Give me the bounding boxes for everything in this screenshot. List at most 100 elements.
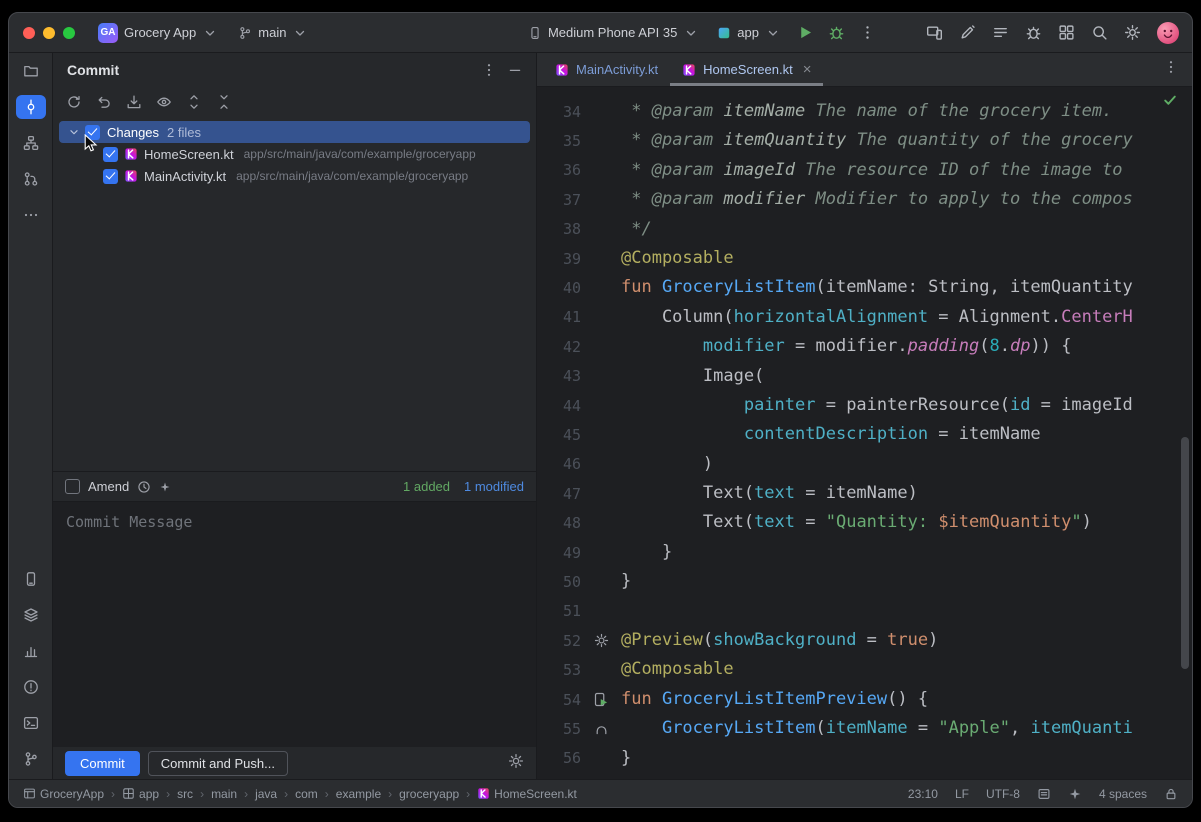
app-inspection-icon[interactable]: [1020, 19, 1047, 46]
breadcrumb: GroceryApp›app›src›main›java›com›example…: [23, 787, 888, 801]
inspections-ok-check-icon[interactable]: [1162, 92, 1178, 113]
device-selector[interactable]: Medium Phone API 35: [521, 21, 706, 45]
commit-options-gear-icon[interactable]: [508, 753, 524, 774]
kotlin-file-icon: [124, 147, 138, 161]
file-row[interactable]: MainActivity.kt app/src/main/java/com/exa…: [53, 165, 536, 187]
more-actions-kebab-icon[interactable]: [854, 19, 881, 46]
code-editor[interactable]: 34 * @param itemName The name of the gro…: [537, 87, 1192, 779]
commit-button[interactable]: Commit: [65, 751, 140, 776]
app-module-icon: [717, 26, 731, 40]
close-window-button[interactable]: [23, 27, 35, 39]
minimize-window-button[interactable]: [43, 27, 55, 39]
breadcrumb-item[interactable]: java: [255, 787, 277, 801]
reader-mode-icon[interactable]: [1037, 787, 1051, 801]
panel-options-kebab-icon[interactable]: [476, 58, 502, 82]
device-manager-icon[interactable]: [987, 19, 1014, 46]
line-number: 51: [537, 602, 581, 620]
encoding-widget[interactable]: UTF-8: [986, 787, 1020, 801]
code-line: 35 * @param itemQuantity The quantity of…: [537, 126, 1192, 155]
branch-selector[interactable]: main: [231, 21, 315, 45]
collapse-all-icon[interactable]: [212, 91, 235, 113]
run-preview-icon[interactable]: [594, 692, 609, 707]
file-row[interactable]: HomeScreen.ktapp/src/main/java/com/examp…: [53, 143, 536, 165]
breadcrumb-item[interactable]: GroceryApp: [23, 787, 104, 801]
file-checkbox[interactable]: [103, 169, 118, 184]
running-devices-tool-icon[interactable]: [16, 567, 46, 591]
device-name: Medium Phone API 35: [548, 25, 677, 40]
changes-row[interactable]: Changes 2 files: [59, 121, 530, 143]
zoom-window-button[interactable]: [63, 27, 75, 39]
commit-and-push-button[interactable]: Commit and Push...: [148, 751, 288, 776]
project-selector[interactable]: GA Grocery App: [91, 19, 225, 47]
line-number: 54: [537, 691, 581, 709]
running-devices-icon[interactable]: [921, 19, 948, 46]
amend-checkbox[interactable]: [65, 479, 80, 494]
shelve-icon[interactable]: [122, 91, 145, 113]
settings-gear-icon[interactable]: [1119, 19, 1146, 46]
search-icon[interactable]: [1086, 19, 1113, 46]
breadcrumb-item[interactable]: com: [295, 787, 318, 801]
user-avatar[interactable]: [1156, 21, 1180, 45]
tab-MainActivity.kt[interactable]: MainActivity.kt: [543, 53, 670, 86]
ai-assistant-spark-icon[interactable]: [1068, 787, 1082, 801]
commit-toolbar: [53, 87, 536, 117]
tab-list-kebab-icon[interactable]: [1150, 59, 1192, 80]
breadcrumb-item[interactable]: groceryapp: [399, 787, 459, 801]
version-control-tool-icon[interactable]: [16, 747, 46, 771]
refresh-icon[interactable]: [62, 91, 85, 113]
compose-preview-icon[interactable]: [594, 721, 609, 736]
kotlin-icon: [477, 787, 490, 800]
editor-area: MainActivity.ktHomeScreen.kt× 34 * @para…: [537, 53, 1192, 779]
breadcrumb-separator: ›: [200, 787, 204, 801]
preview-settings-icon[interactable]: [594, 633, 609, 648]
run-button[interactable]: [792, 19, 819, 46]
debug-button[interactable]: [823, 19, 850, 46]
problems-tool-icon[interactable]: [16, 675, 46, 699]
more-tool-windows-icon[interactable]: [16, 203, 46, 227]
code-line: 34 * @param itemName The name of the gro…: [537, 97, 1192, 126]
line-number: 40: [537, 279, 581, 297]
run-configuration-selector[interactable]: app: [710, 21, 788, 45]
file-path: app/src/main/java/com/example/groceryapp: [236, 169, 468, 183]
lock-icon[interactable]: [1164, 787, 1178, 801]
commit-history-clock-icon[interactable]: [137, 480, 151, 494]
editor-scrollbar[interactable]: [1181, 437, 1189, 669]
commit-message-input[interactable]: Commit Message: [53, 501, 536, 747]
line-separator-widget[interactable]: LF: [955, 787, 969, 801]
logcat-tool-icon[interactable]: [16, 603, 46, 627]
expand-all-icon[interactable]: [182, 91, 205, 113]
terminal-tool-icon[interactable]: [16, 711, 46, 735]
breadcrumb-item[interactable]: example: [336, 787, 381, 801]
breadcrumb-item[interactable]: main: [211, 787, 237, 801]
hide-panel-icon[interactable]: [502, 58, 528, 82]
gemini-icon[interactable]: [954, 19, 981, 46]
profiler-icon[interactable]: [1053, 19, 1080, 46]
close-tab-icon[interactable]: ×: [803, 62, 812, 77]
chevron-down-icon: [765, 25, 781, 41]
code-line: 46 ): [537, 450, 1192, 479]
mouse-cursor: [84, 134, 98, 154]
breadcrumb-item[interactable]: HomeScreen.kt: [477, 787, 577, 801]
chevron-down-icon: [683, 25, 699, 41]
commit-tool-window: Commit Changes 2 files: [53, 53, 537, 779]
rollback-icon[interactable]: [92, 91, 115, 113]
breadcrumb-item[interactable]: app: [122, 787, 159, 801]
cursor-position-widget[interactable]: 23:10: [908, 787, 938, 801]
commit-message-placeholder: Commit Message: [66, 513, 192, 531]
breadcrumb-item[interactable]: src: [177, 787, 193, 801]
commit-tool-icon[interactable]: [16, 95, 46, 119]
app-quality-insights-tool-icon[interactable]: [16, 639, 46, 663]
preview-diff-icon[interactable]: [152, 91, 175, 113]
structure-tool-icon[interactable]: [16, 131, 46, 155]
module-icon: [122, 787, 135, 800]
line-number: 55: [537, 720, 581, 738]
indent-widget[interactable]: 4 spaces: [1099, 787, 1147, 801]
ai-spark-icon[interactable]: [159, 481, 171, 493]
pull-requests-tool-icon[interactable]: [16, 167, 46, 191]
kotlin-file-icon: [682, 63, 696, 77]
project-tool-icon[interactable]: [16, 59, 46, 83]
tab-HomeScreen.kt[interactable]: HomeScreen.kt×: [670, 53, 823, 86]
file-name: MainActivity.kt: [144, 169, 226, 184]
file-checkbox[interactable]: [103, 147, 118, 162]
code-line: 41 Column(horizontalAlignment = Alignmen…: [537, 303, 1192, 332]
